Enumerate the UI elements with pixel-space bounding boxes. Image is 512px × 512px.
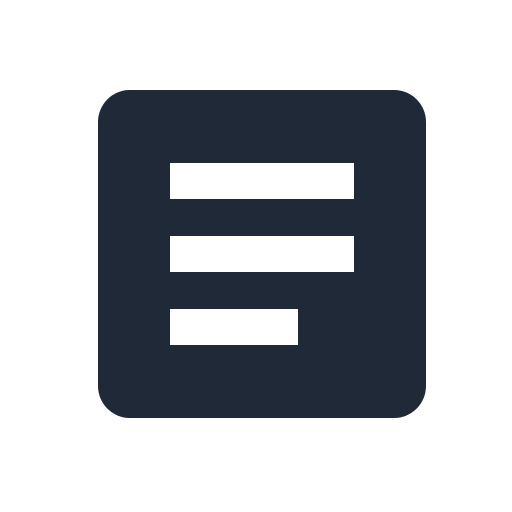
line-1 xyxy=(170,163,354,199)
app-icon xyxy=(98,90,426,418)
line-2 xyxy=(170,236,354,272)
line-3 xyxy=(170,309,298,345)
icon-canvas xyxy=(0,0,512,512)
text-lines-icon xyxy=(98,90,426,418)
